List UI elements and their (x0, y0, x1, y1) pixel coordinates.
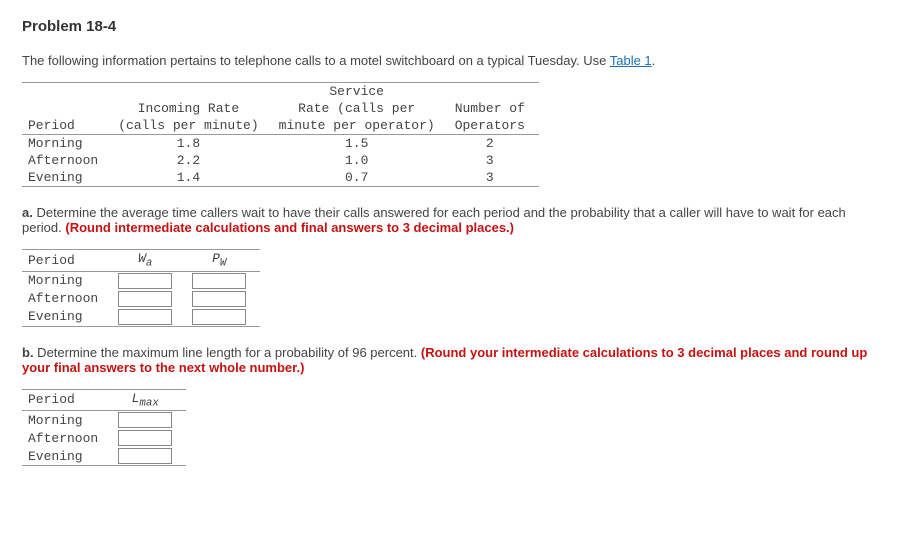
cell-incoming: 1.4 (112, 169, 272, 187)
page-title: Problem 18-4 (22, 18, 878, 35)
part-b-text: Determine the maximum line length for a … (34, 345, 421, 360)
ops-header-1: Number of (449, 100, 539, 117)
a-pw-header: PW (186, 250, 260, 272)
part-b-question: b. Determine the maximum line length for… (22, 345, 878, 375)
a-wa-input-afternoon[interactable] (118, 291, 172, 307)
table-row: Afternoon (22, 290, 260, 308)
a-wa-input-morning[interactable] (118, 273, 172, 289)
b-lmax-input-evening[interactable] (118, 448, 172, 464)
b-lmax-input-morning[interactable] (118, 412, 172, 428)
cell-period: Evening (22, 169, 112, 187)
cell-period: Afternoon (22, 152, 112, 169)
cell-incoming: 2.2 (112, 152, 272, 169)
b-period: Afternoon (22, 429, 112, 447)
ops-header-2: Operators (449, 117, 539, 135)
b-period: Evening (22, 447, 112, 466)
table-row: Evening (22, 447, 186, 466)
table-row: Morning (22, 411, 186, 430)
table-row: Morning (22, 271, 260, 290)
service-header-0: Service (273, 83, 449, 101)
table-row: Afternoon 2.2 1.0 3 (22, 152, 539, 169)
cell-service: 1.0 (273, 152, 449, 169)
a-wa-header: Wa (112, 250, 186, 272)
a-pw-input-evening[interactable] (192, 309, 246, 325)
b-period-header: Period (22, 389, 112, 411)
a-period: Morning (22, 271, 112, 290)
b-lmax-header: Lmax (112, 389, 186, 411)
intro-pre: The following information pertains to te… (22, 53, 610, 68)
incoming-header-1: Incoming Rate (112, 100, 272, 117)
service-header-1: Rate (calls per (273, 100, 449, 117)
part-a-note: (Round intermediate calculations and fin… (65, 220, 514, 235)
table-row: Evening (22, 308, 260, 327)
part-a-table: Period Wa PW Morning Afternoon Evening (22, 249, 260, 327)
b-period: Morning (22, 411, 112, 430)
part-a-question: a. Determine the average time callers wa… (22, 205, 878, 235)
intro-text: The following information pertains to te… (22, 53, 878, 68)
table-1-link[interactable]: Table 1 (610, 53, 652, 68)
part-b-table: Period Lmax Morning Afternoon Evening (22, 389, 186, 467)
cell-service: 1.5 (273, 135, 449, 153)
table-row: Afternoon (22, 429, 186, 447)
data-table: Service Incoming Rate Rate (calls per Nu… (22, 82, 539, 187)
service-header-2: minute per operator) (273, 117, 449, 135)
b-lmax-input-afternoon[interactable] (118, 430, 172, 446)
part-a-label: a. (22, 205, 33, 220)
table-row: Morning 1.8 1.5 2 (22, 135, 539, 153)
a-period: Evening (22, 308, 112, 327)
cell-ops: 2 (449, 135, 539, 153)
period-header: Period (22, 117, 112, 135)
cell-ops: 3 (449, 169, 539, 187)
intro-post: . (652, 53, 656, 68)
cell-period: Morning (22, 135, 112, 153)
a-period-header: Period (22, 250, 112, 272)
a-wa-input-evening[interactable] (118, 309, 172, 325)
a-period: Afternoon (22, 290, 112, 308)
cell-ops: 3 (449, 152, 539, 169)
incoming-header-2: (calls per minute) (112, 117, 272, 135)
cell-service: 0.7 (273, 169, 449, 187)
a-pw-input-afternoon[interactable] (192, 291, 246, 307)
part-b-label: b. (22, 345, 34, 360)
a-pw-input-morning[interactable] (192, 273, 246, 289)
cell-incoming: 1.8 (112, 135, 272, 153)
table-row: Evening 1.4 0.7 3 (22, 169, 539, 187)
